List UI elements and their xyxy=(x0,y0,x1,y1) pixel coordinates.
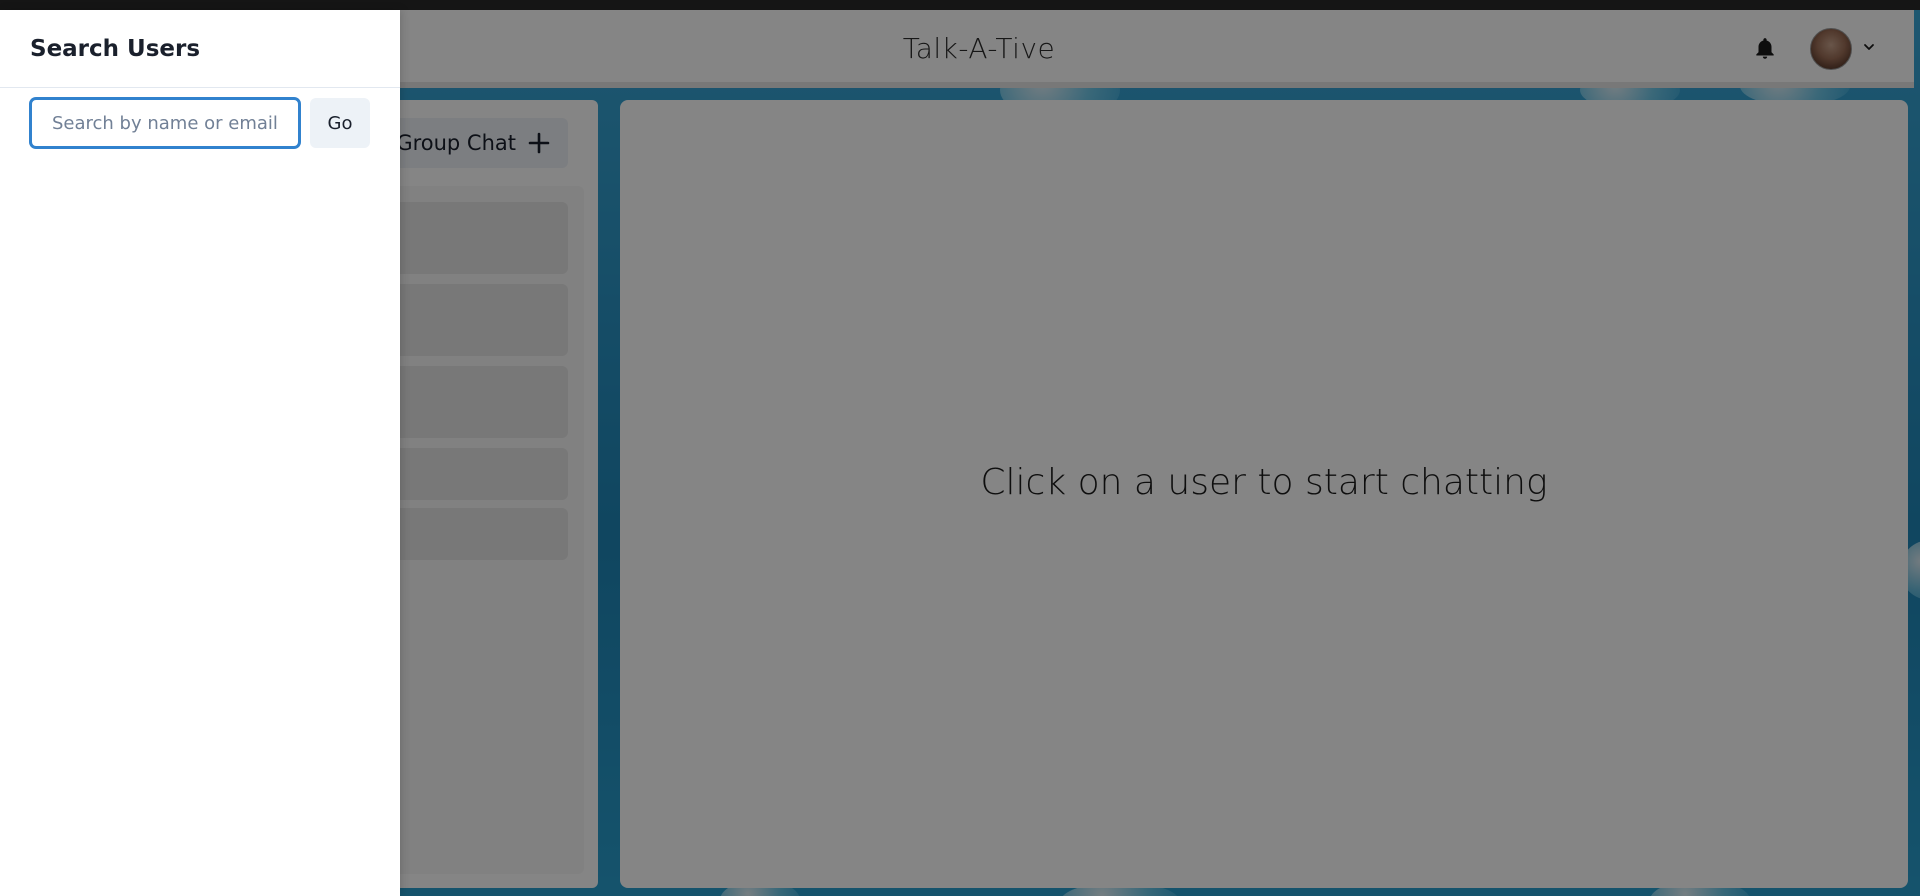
go-button[interactable]: Go xyxy=(310,98,370,148)
search-users-drawer: Search Users Go xyxy=(0,10,400,896)
search-input[interactable] xyxy=(30,98,300,148)
drawer-body: Go xyxy=(0,88,400,158)
page: Talk-A-Tive Group Chat Click on a user t… xyxy=(0,0,1920,896)
drawer-title: Search Users xyxy=(0,10,400,88)
